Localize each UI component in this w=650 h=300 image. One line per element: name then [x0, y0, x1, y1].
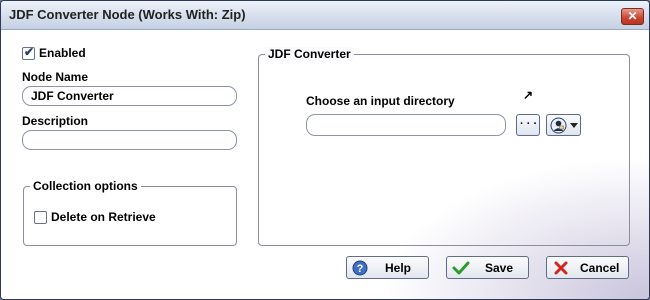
delete-on-retrieve-label: Delete on Retrieve — [51, 210, 156, 224]
title-bar: JDF Converter Node (Works With: Zip) ✕ — [1, 1, 649, 30]
cancel-button[interactable]: Cancel — [546, 256, 629, 279]
help-button[interactable]: ? Help — [346, 256, 429, 279]
help-label: Help — [385, 261, 412, 275]
input-directory-label: Choose an input directory — [306, 94, 455, 108]
jdf-converter-group: JDF Converter Choose an input directory … — [258, 47, 630, 246]
close-icon: ✕ — [627, 9, 638, 23]
save-button[interactable]: Save — [446, 256, 529, 279]
enabled-checkbox[interactable]: ✔ — [22, 45, 35, 60]
input-directory-input[interactable] — [306, 114, 506, 136]
enabled-label: Enabled — [39, 46, 86, 60]
help-icon: ? — [352, 260, 368, 276]
cancel-label: Cancel — [580, 261, 620, 275]
close-button[interactable]: ✕ — [621, 8, 644, 25]
svg-text:?: ? — [357, 263, 364, 275]
cancel-x-icon — [554, 261, 568, 275]
node-name-input[interactable] — [22, 86, 237, 106]
delete-on-retrieve-checkbox[interactable] — [34, 211, 47, 224]
description-label: Description — [22, 114, 89, 128]
window-title: JDF Converter Node (Works With: Zip) — [9, 7, 246, 22]
collection-options-group: Collection options Delete on Retrieve — [23, 179, 237, 246]
jdf-converter-legend: JDF Converter — [265, 47, 354, 61]
browse-label: · · · — [520, 118, 538, 130]
node-name-label: Node Name — [22, 70, 89, 84]
expand-arrow-icon[interactable]: ↗ — [523, 88, 533, 102]
user-select-dropdown[interactable] — [546, 114, 581, 136]
browse-button[interactable]: · · · — [516, 114, 540, 136]
description-input[interactable] — [22, 130, 237, 150]
checkmark-icon: ✔ — [24, 45, 35, 59]
chevron-down-icon — [570, 123, 578, 128]
collection-options-legend: Collection options — [30, 179, 141, 193]
user-icon — [550, 117, 567, 134]
dialog-window: JDF Converter Node (Works With: Zip) ✕ ✔… — [0, 0, 650, 300]
save-label: Save — [485, 261, 514, 275]
dialog-content: ✔ Enabled Node Name Description Collecti… — [1, 30, 649, 299]
checkmark-icon — [452, 261, 470, 275]
